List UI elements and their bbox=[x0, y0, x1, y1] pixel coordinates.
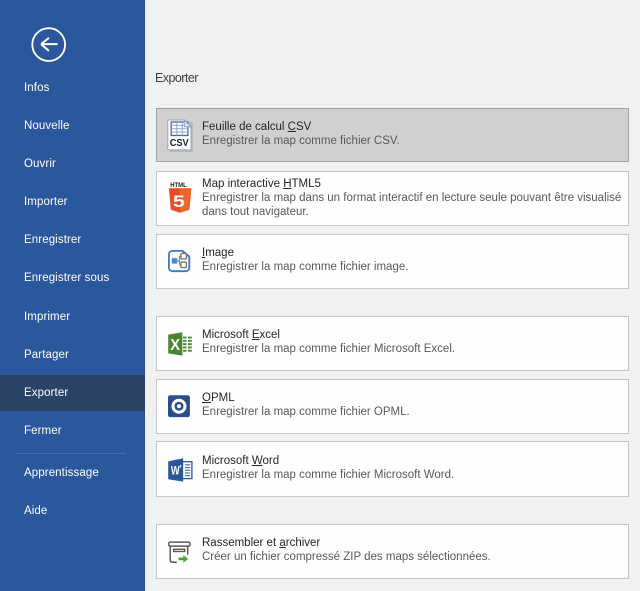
svg-text:W: W bbox=[170, 464, 180, 477]
svg-text:HTML: HTML bbox=[170, 181, 187, 188]
svg-text:5: 5 bbox=[173, 192, 185, 211]
svg-text:CSV: CSV bbox=[170, 137, 189, 148]
svg-text:X: X bbox=[170, 336, 180, 353]
